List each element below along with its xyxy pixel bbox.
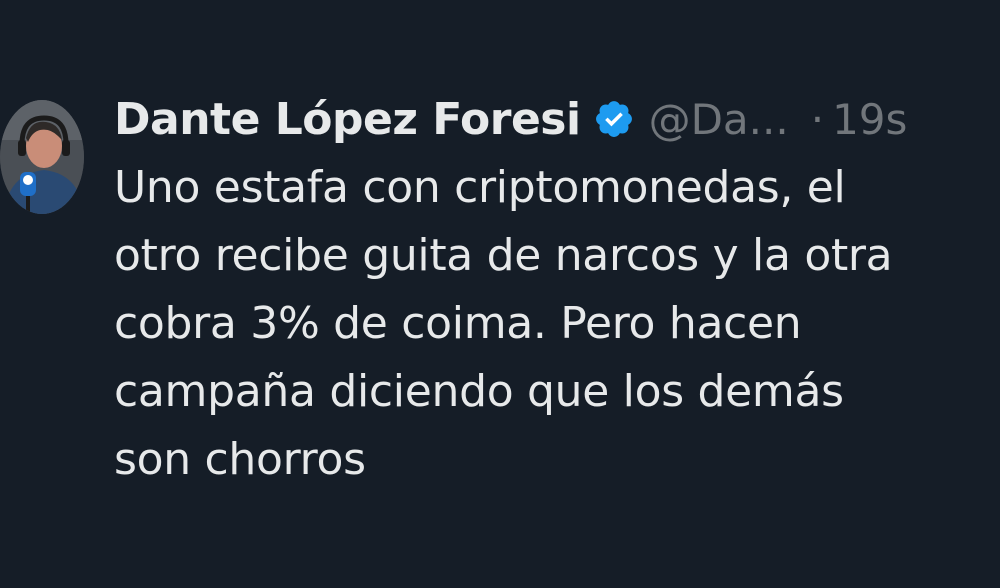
tweet-card[interactable]: Dante López Foresi @Da... · 19s Uno esta… — [0, 0, 1000, 588]
tweet-text: Uno estafa con criptomonedas, el otro re… — [114, 162, 893, 485]
tweet-timestamp[interactable]: 19s — [832, 95, 907, 144]
author-handle[interactable]: @Da... — [649, 95, 789, 144]
verified-badge-icon[interactable] — [593, 98, 635, 140]
tweet-header: Dante López Foresi @Da... · 19s — [114, 84, 907, 154]
author-display-name[interactable]: Dante López Foresi — [114, 94, 581, 145]
avatar[interactable] — [0, 100, 84, 214]
separator-dot: · — [810, 94, 825, 144]
avatar-photo-icon — [0, 100, 84, 214]
